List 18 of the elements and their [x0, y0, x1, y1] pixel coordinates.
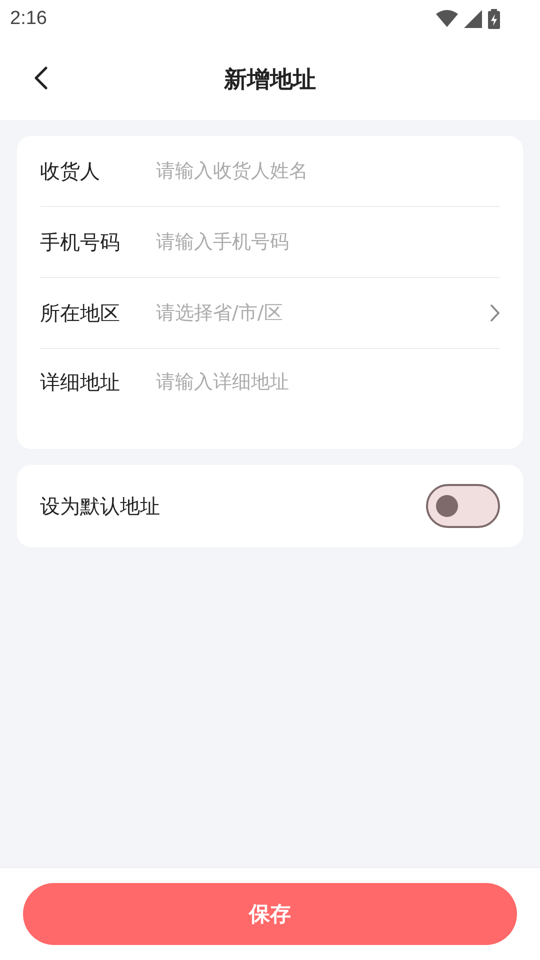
battery-icon — [488, 9, 500, 29]
chevron-right-icon — [490, 304, 500, 322]
status-time: 2:16 — [10, 8, 47, 30]
field-label: 所在地区 — [40, 300, 121, 326]
field-label: 收货人 — [40, 158, 101, 184]
input-field[interactable]: 请输入详细地址 — [156, 369, 500, 397]
wifi-icon — [436, 10, 458, 28]
input-field[interactable]: 请输入手机号码 — [156, 228, 500, 256]
page-title: 新增地址 — [224, 66, 316, 94]
field-label: 详细地址 — [40, 369, 121, 396]
default-address-label: 设为默认地址 — [40, 492, 160, 520]
signal-icon — [464, 10, 482, 28]
region-picker[interactable]: 请选择省/市/区 — [156, 300, 500, 326]
input-field[interactable]: 请输入收货人姓名 — [156, 157, 500, 185]
back-icon[interactable] — [34, 66, 48, 90]
field-label: 手机号码 — [40, 228, 121, 256]
save-button[interactable]: 保存 — [23, 883, 517, 945]
toggle-switch[interactable] — [426, 484, 500, 528]
